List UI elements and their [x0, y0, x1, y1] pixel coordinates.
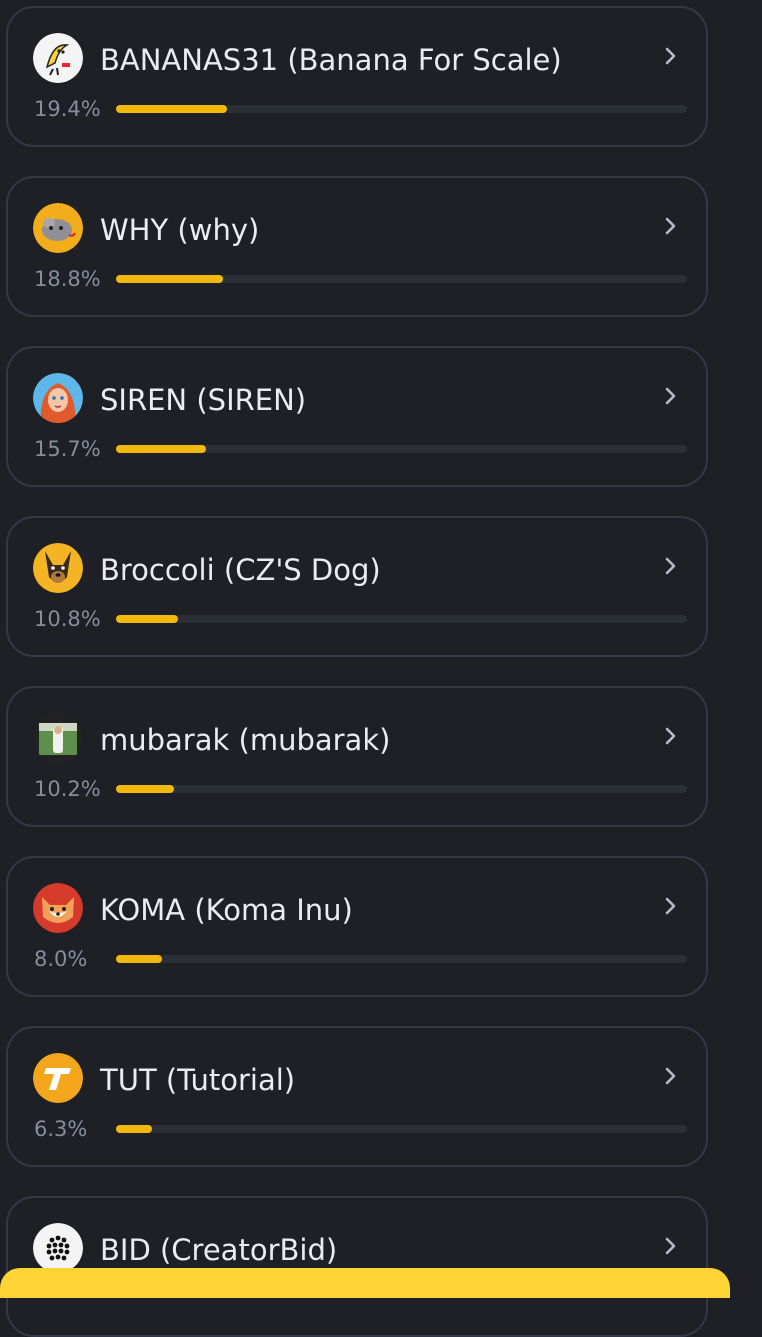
- progress-fill: [116, 955, 162, 963]
- chevron-right-icon: [660, 721, 682, 751]
- progress-track: [116, 275, 687, 283]
- chevron-right-icon: [660, 1061, 682, 1091]
- progress-track: [116, 785, 687, 793]
- chevron-right-icon: [660, 891, 682, 921]
- percent-label: 10.2%: [34, 777, 101, 801]
- mubarak-token-icon: [33, 713, 83, 763]
- bottom-action-bar[interactable]: [0, 1268, 730, 1298]
- token-card-why[interactable]: WHY (why) 18.8%: [6, 176, 708, 317]
- token-title: mubarak (mubarak): [100, 723, 391, 757]
- token-card-broccoli[interactable]: Broccoli (CZ'S Dog) 10.8%: [6, 516, 708, 657]
- token-card-bid[interactable]: BID (CreatorBid): [6, 1196, 708, 1337]
- percent-label: 8.0%: [34, 947, 88, 971]
- progress-fill: [116, 1125, 152, 1133]
- progress-fill: [116, 615, 178, 623]
- token-title: TUT (Tutorial): [100, 1063, 296, 1097]
- progress-track: [116, 1125, 687, 1133]
- chevron-right-icon: [660, 551, 682, 581]
- dog-token-icon: [33, 543, 83, 593]
- siren-token-icon: [33, 373, 83, 423]
- token-title: Broccoli (CZ'S Dog): [100, 553, 381, 587]
- token-card-siren[interactable]: SIREN (SIREN) 15.7%: [6, 346, 708, 487]
- token-card-mubarak[interactable]: mubarak (mubarak) 10.2%: [6, 686, 708, 827]
- progress-track: [116, 955, 687, 963]
- token-card-bananas31[interactable]: BANANAS31 (Banana For Scale) 19.4%: [6, 6, 708, 147]
- why-token-icon: [33, 203, 83, 253]
- bid-token-icon: [33, 1223, 83, 1273]
- percent-label: 19.4%: [34, 97, 101, 121]
- token-title: SIREN (SIREN): [100, 383, 307, 417]
- token-title: BANANAS31 (Banana For Scale): [100, 43, 562, 77]
- percent-label: 18.8%: [34, 267, 101, 291]
- percent-label: 15.7%: [34, 437, 101, 461]
- progress-fill: [116, 785, 174, 793]
- progress-fill: [116, 275, 223, 283]
- progress-fill: [116, 445, 206, 453]
- chevron-right-icon: [660, 381, 682, 411]
- token-title: KOMA (Koma Inu): [100, 893, 353, 927]
- chevron-right-icon: [660, 1231, 682, 1261]
- percent-label: 6.3%: [34, 1117, 88, 1141]
- token-card-koma[interactable]: KOMA (Koma Inu) 8.0%: [6, 856, 708, 997]
- token-title: BID (CreatorBid): [100, 1233, 338, 1267]
- progress-fill: [116, 105, 227, 113]
- progress-track: [116, 445, 687, 453]
- chevron-right-icon: [660, 41, 682, 71]
- token-title: WHY (why): [100, 213, 260, 247]
- koma-token-icon: [33, 883, 83, 933]
- progress-track: [116, 615, 687, 623]
- tut-token-icon: [33, 1053, 83, 1103]
- percent-label: 10.8%: [34, 607, 101, 631]
- banana-token-icon: [33, 33, 83, 83]
- token-card-tut[interactable]: TUT (Tutorial) 6.3%: [6, 1026, 708, 1167]
- progress-track: [116, 105, 687, 113]
- chevron-right-icon: [660, 211, 682, 241]
